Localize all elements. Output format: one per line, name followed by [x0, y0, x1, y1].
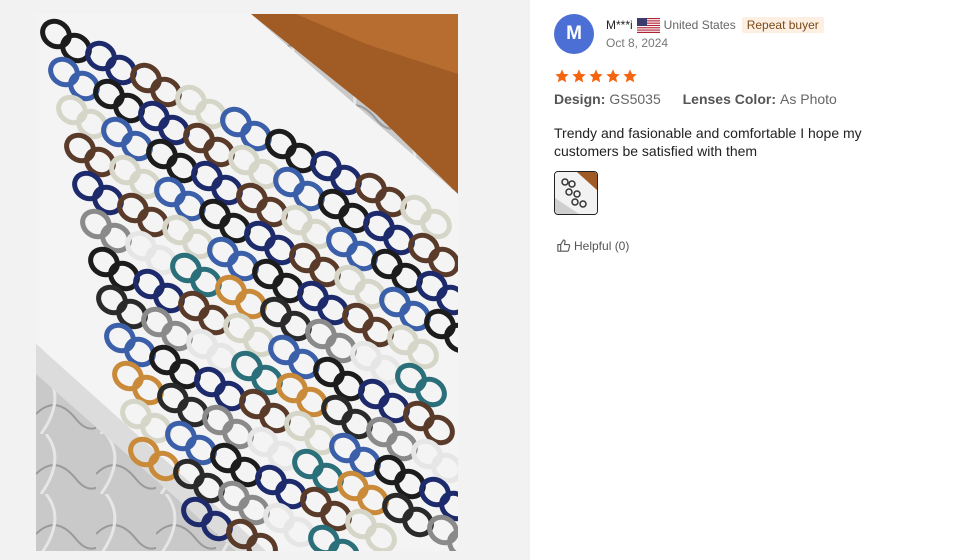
thumbs-up-icon: [557, 239, 571, 252]
us-flag-icon: [636, 17, 660, 33]
star-icon: [606, 69, 620, 83]
star-icon: [572, 69, 586, 83]
repeat-buyer-badge: Repeat buyer: [741, 17, 824, 33]
star-rating: [554, 68, 638, 84]
review-photo-large[interactable]: [36, 14, 458, 551]
attr-design-label: Design:: [554, 91, 606, 107]
star-icon: [555, 69, 569, 83]
helpful-button[interactable]: Helpful (0): [556, 238, 629, 253]
star-icon: [623, 69, 637, 83]
review-card: M M***i United States Repeat buyer Oct 8…: [554, 0, 954, 560]
reviewer-name: M***i: [606, 18, 633, 32]
helpful-label: Helpful (0): [574, 238, 630, 253]
review-photo-thumbnail[interactable]: [554, 171, 598, 215]
avatar: M: [554, 14, 594, 54]
reviewer-country: United States: [663, 18, 736, 32]
attr-lens-color-value: As Photo: [780, 91, 837, 107]
reviewer-info: M***i United States Repeat buyer: [606, 17, 824, 33]
attr-design-value: GS5035: [609, 91, 661, 107]
attr-lens-color-label: Lenses Color:: [682, 91, 776, 107]
review-date: Oct 8, 2024: [606, 36, 669, 50]
review-text: Trendy and fasionable and comfortable I …: [554, 125, 862, 159]
review-photo-panel: [0, 0, 530, 560]
review-attributes: Design: GS5035 Lenses Color: As Photo: [554, 91, 855, 107]
star-icon: [589, 69, 603, 83]
